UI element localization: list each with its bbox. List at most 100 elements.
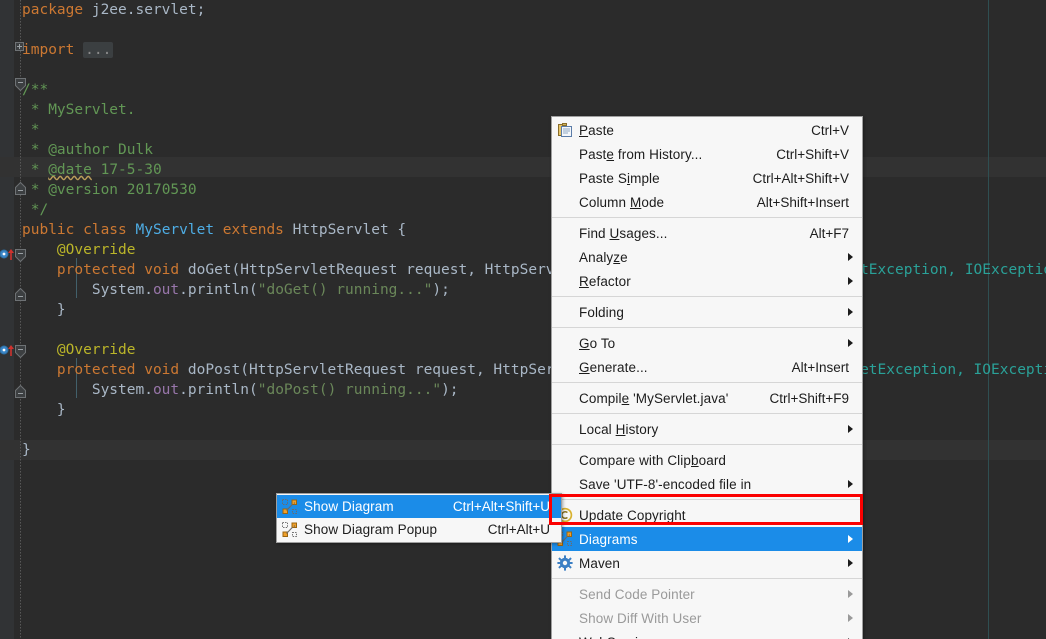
menu-item-update-copyright[interactable]: Update Copyright: [552, 503, 862, 527]
submenu-arrow-icon: [848, 535, 853, 543]
menu-item-column-mode[interactable]: Column Mode Alt+Shift+Insert: [552, 190, 862, 214]
menu-separator: [552, 499, 862, 500]
menu-item-paste[interactable]: Paste Ctrl+V: [552, 118, 862, 142]
menu-item-generate[interactable]: Generate... Alt+Insert: [552, 355, 862, 379]
menu-item-compile-file[interactable]: Compile 'MyServlet.java' Ctrl+Shift+F9: [552, 386, 862, 410]
menu-item-label: Save 'UTF-8'-encoded file in: [579, 476, 752, 492]
code-line: *: [22, 122, 40, 138]
menu-item-label: Show Diff With User: [579, 610, 702, 626]
menu-item-label: Generate...: [579, 359, 648, 375]
menu-item-label: Folding: [579, 304, 624, 320]
submenu-arrow-icon: [848, 339, 853, 347]
submenu-item-show-diagram[interactable]: Show Diagram Ctrl+Alt+Shift+U: [277, 495, 561, 518]
submenu-item-label: Show Diagram: [304, 499, 394, 514]
menu-item-label: Go To: [579, 335, 616, 351]
code-line: * MyServlet.: [22, 102, 136, 118]
code-line: * @version 20170530: [22, 182, 197, 198]
code-line: }: [22, 302, 66, 318]
submenu-arrow-icon: [848, 308, 853, 316]
menu-item-label: Refactor: [579, 273, 631, 289]
menu-item-shortcut: Ctrl+Shift+F9: [769, 390, 849, 406]
code-line: protected void doGet(HttpServletRequest …: [22, 262, 1046, 278]
menu-item-go-to[interactable]: Go To: [552, 331, 862, 355]
code-line: }: [22, 442, 31, 458]
menu-item-label: Compile 'MyServlet.java': [579, 390, 729, 406]
menu-item-shortcut: Alt+F7: [809, 225, 849, 241]
code-line: }: [22, 402, 66, 418]
code-line: System.out.println("doPost() running..."…: [22, 382, 459, 398]
editor-context-menu[interactable]: Paste Ctrl+V Paste from History... Ctrl+Shi…: [551, 116, 863, 639]
code-line: protected void doPost(HttpServletRequest…: [22, 362, 1046, 378]
menu-item-label: Compare with Clipboard: [579, 452, 727, 468]
menu-separator: [552, 444, 862, 445]
code-line: * @date 17-5-30: [22, 162, 162, 178]
submenu-arrow-icon: [848, 590, 853, 598]
submenu-item-show-diagram-popup[interactable]: Show Diagram Popup Ctrl+Alt+U: [277, 518, 561, 541]
submenu-item-shortcut: Ctrl+Alt+U: [487, 522, 550, 537]
menu-item-label: Column Mode: [579, 194, 665, 210]
menu-item-shortcut: Ctrl+Shift+V: [776, 146, 849, 162]
menu-item-webservices[interactable]: WebServices: [552, 630, 862, 639]
indent-guide: [20, 0, 21, 639]
menu-item-send-code-pointer: Send Code Pointer: [552, 582, 862, 606]
menu-separator: [552, 296, 862, 297]
menu-item-folding[interactable]: Folding: [552, 300, 862, 324]
menu-item-label: Paste: [579, 122, 615, 138]
overriding-method-marker-icon[interactable]: [0, 248, 15, 261]
code-line: @Override: [22, 342, 136, 358]
menu-separator: [552, 578, 862, 579]
menu-item-label: Diagrams: [579, 531, 638, 547]
menu-item-find-usages[interactable]: Find Usages... Alt+F7: [552, 221, 862, 245]
submenu-arrow-icon: [848, 277, 853, 285]
menu-item-label: Send Code Pointer: [579, 586, 695, 602]
menu-item-maven[interactable]: Maven: [552, 551, 862, 575]
menu-item-diagrams[interactable]: Diagrams: [552, 527, 862, 551]
code-line: @Override: [22, 242, 136, 258]
fold-collapse-icon[interactable]: [15, 249, 26, 262]
menu-item-shortcut: Ctrl+V: [811, 122, 849, 138]
code-editor[interactable]: package j2ee.servlet; import .../** * MyS…: [0, 0, 1046, 639]
code-line: public class MyServlet extends HttpServl…: [22, 222, 407, 238]
menu-item-compare-with-clipboard[interactable]: Compare with Clipboard: [552, 448, 862, 472]
menu-item-analyze[interactable]: Analyze: [552, 245, 862, 269]
clipboard-paste-icon: [557, 122, 573, 138]
code-line: package j2ee.servlet;: [22, 2, 206, 18]
editor-gutter[interactable]: [0, 0, 14, 639]
menu-item-refactor[interactable]: Refactor: [552, 269, 862, 293]
menu-separator: [552, 327, 862, 328]
menu-item-shortcut: Alt+Shift+Insert: [756, 194, 849, 210]
fold-collapse-end-icon[interactable]: [15, 385, 26, 398]
menu-item-save-encoded-file-in[interactable]: Save 'UTF-8'-encoded file in: [552, 472, 862, 496]
menu-separator: [552, 217, 862, 218]
menu-item-label: Analyze: [579, 249, 628, 265]
collapsed-imports-placeholder[interactable]: ...: [83, 42, 114, 58]
menu-item-label: Paste Simple: [579, 170, 660, 186]
code-line: */: [22, 202, 49, 218]
code-line: import ...: [22, 42, 114, 58]
menu-item-local-history[interactable]: Local History: [552, 417, 862, 441]
submenu-item-label: Show Diagram Popup: [304, 522, 438, 537]
fold-collapse-icon[interactable]: [15, 345, 26, 358]
maven-gear-icon: [557, 555, 573, 571]
fold-collapse-end-icon[interactable]: [15, 182, 26, 195]
submenu-arrow-icon: [848, 480, 853, 488]
screen: package j2ee.servlet; import .../** * MyS…: [0, 0, 1046, 639]
diagrams-submenu[interactable]: Show Diagram Ctrl+Alt+Shift+U Show Diagram…: [276, 493, 562, 543]
menu-item-label: Local History: [579, 421, 659, 437]
overriding-method-marker-icon[interactable]: [0, 344, 15, 357]
diagram-icon: [282, 498, 298, 515]
submenu-arrow-icon: [848, 425, 853, 433]
caret-line-highlight: [0, 440, 1046, 460]
submenu-arrow-icon: [848, 559, 853, 567]
fold-collapse-icon[interactable]: [15, 78, 26, 91]
code-line: * @author Dulk: [22, 142, 153, 158]
menu-item-label: Find Usages...: [579, 225, 668, 241]
menu-item-paste-from-history[interactable]: Paste from History... Ctrl+Shift+V: [552, 142, 862, 166]
menu-item-paste-simple[interactable]: Paste Simple Ctrl+Alt+Shift+V: [552, 166, 862, 190]
fold-expand-icon[interactable]: [15, 42, 24, 51]
submenu-arrow-icon: [848, 253, 853, 261]
submenu-item-shortcut: Ctrl+Alt+Shift+U: [452, 499, 550, 514]
submenu-arrow-icon: [848, 614, 853, 622]
menu-item-label: Paste from History...: [579, 146, 703, 162]
fold-collapse-end-icon[interactable]: [15, 288, 26, 301]
